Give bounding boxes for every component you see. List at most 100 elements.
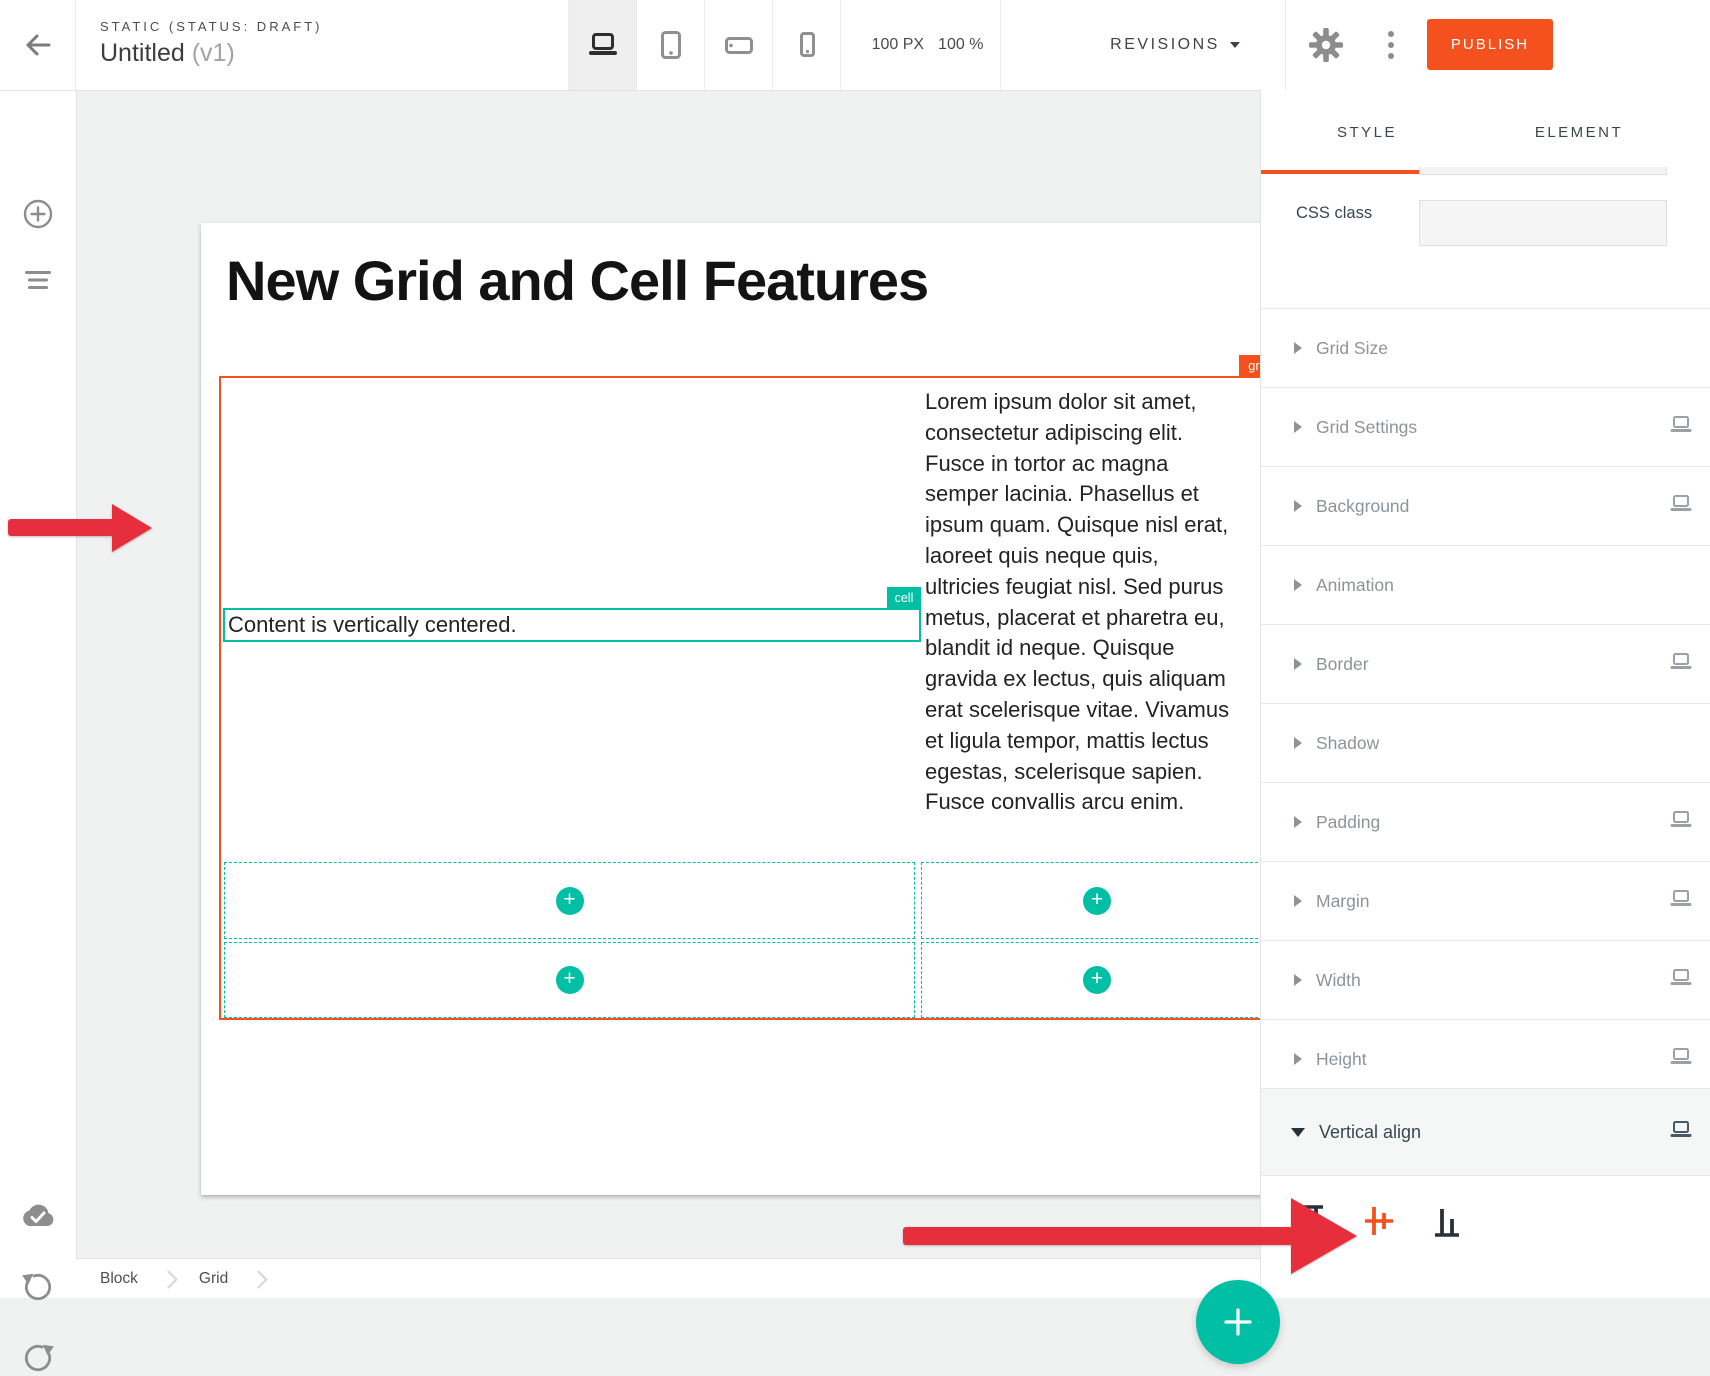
section-label: Border xyxy=(1316,654,1369,675)
align-middle-button[interactable] xyxy=(1357,1199,1401,1243)
inspector-tabs: STYLE ELEMENT xyxy=(1261,90,1710,174)
page-status-label: STATIC (STATUS: DRAFT) xyxy=(100,19,322,34)
gear-icon xyxy=(1308,27,1344,63)
settings-button[interactable] xyxy=(1308,27,1344,63)
zoom-readout: 100 PX 100 % xyxy=(855,0,1000,90)
tab-element[interactable]: ELEMENT xyxy=(1473,90,1685,174)
more-options-button[interactable] xyxy=(1380,26,1402,64)
section-grid-size[interactable]: Grid Size xyxy=(1261,308,1710,387)
chevron-right-icon xyxy=(1294,421,1302,433)
chevron-right-icon xyxy=(159,1270,177,1288)
device-laptop-icon xyxy=(1669,811,1693,834)
section-background[interactable]: Background xyxy=(1261,466,1710,545)
section-label: Padding xyxy=(1316,812,1380,833)
redo-icon xyxy=(21,1341,55,1375)
align-middle-icon xyxy=(1359,1201,1399,1241)
align-bottom-button[interactable] xyxy=(1425,1199,1469,1243)
plus-circle-icon xyxy=(22,198,54,230)
align-bottom-icon xyxy=(1427,1201,1467,1241)
layers-list-icon xyxy=(23,269,53,291)
device-preview-switcher xyxy=(568,0,841,90)
breadcrumb-item-grid[interactable]: Grid xyxy=(199,1270,228,1288)
add-content-button[interactable]: + xyxy=(556,966,584,994)
document-identity: STATIC (STATUS: DRAFT) Untitled (v1) xyxy=(100,19,322,68)
section-label: Animation xyxy=(1316,575,1394,596)
page-heading[interactable]: New Grid and Cell Features xyxy=(226,248,928,313)
section-margin[interactable]: Margin xyxy=(1261,861,1710,940)
device-tab-tablet-portrait[interactable] xyxy=(637,0,705,90)
section-label: Margin xyxy=(1316,891,1370,912)
chevron-down-icon xyxy=(1291,1128,1305,1137)
chevron-right-icon xyxy=(1294,974,1302,986)
add-block-button[interactable] xyxy=(20,196,56,232)
redo-button[interactable] xyxy=(20,1340,56,1376)
publish-button[interactable]: PUBLISH xyxy=(1427,19,1553,70)
chevron-right-icon xyxy=(1294,895,1302,907)
zoom-px-value: 100 PX xyxy=(872,36,924,54)
scrolled-input-partial[interactable] xyxy=(1419,167,1667,175)
section-animation[interactable]: Animation xyxy=(1261,545,1710,624)
section-shadow[interactable]: Shadow xyxy=(1261,703,1710,782)
device-tab-tablet-landscape[interactable] xyxy=(705,0,773,90)
vertical-align-options xyxy=(1261,1176,1710,1298)
kebab-dot xyxy=(1388,31,1394,37)
section-label: Grid Size xyxy=(1316,338,1388,359)
tab-style[interactable]: STYLE xyxy=(1261,90,1473,174)
add-element-fab[interactable] xyxy=(1196,1280,1280,1364)
empty-grid-cell: + xyxy=(921,862,1273,939)
section-label: Width xyxy=(1316,970,1361,991)
section-padding[interactable]: Padding xyxy=(1261,782,1710,861)
kebab-dot xyxy=(1388,53,1394,59)
zoom-percent-value: 100 % xyxy=(938,36,983,54)
cell-content-text: Content is vertically centered. xyxy=(225,612,517,638)
toolbar-divider xyxy=(1285,0,1286,90)
breadcrumb-item-block[interactable]: Block xyxy=(100,1270,138,1288)
section-label: Height xyxy=(1316,1049,1367,1070)
empty-grid-cell: + xyxy=(224,942,915,1018)
device-tab-phone[interactable] xyxy=(773,0,840,90)
style-inspector-panel: STYLE ELEMENT CSS class Grid SizeGrid Se… xyxy=(1260,90,1710,1298)
add-content-button[interactable]: + xyxy=(1083,966,1111,994)
device-laptop-icon xyxy=(1669,1048,1693,1071)
style-sections-list: Grid Size Grid Settings Background Animatio… xyxy=(1261,308,1710,1098)
grid-right-column-text[interactable]: Lorem ipsum dolor sit amet, consectetur … xyxy=(925,387,1229,818)
tablet-portrait-icon xyxy=(657,30,685,60)
empty-grid-cell: + xyxy=(224,862,915,939)
section-vertical-align[interactable]: Vertical align xyxy=(1261,1088,1710,1176)
phone-icon xyxy=(795,30,819,60)
align-top-icon xyxy=(1291,1201,1331,1241)
add-content-button[interactable]: + xyxy=(1083,887,1111,915)
plus-icon xyxy=(1223,1307,1253,1337)
left-sidebar xyxy=(0,90,77,1298)
toolbar-divider xyxy=(1000,0,1001,90)
device-tab-desktop[interactable] xyxy=(569,0,637,90)
kebab-dot xyxy=(1388,42,1394,48)
section-border[interactable]: Border xyxy=(1261,624,1710,703)
add-content-button[interactable]: + xyxy=(556,887,584,915)
chevron-down-icon xyxy=(1230,42,1240,48)
align-top-button[interactable] xyxy=(1289,1199,1333,1243)
empty-grid-cell: + xyxy=(921,942,1273,1018)
section-label: Background xyxy=(1316,496,1409,517)
section-grid-settings[interactable]: Grid Settings xyxy=(1261,387,1710,466)
chevron-right-icon xyxy=(1294,658,1302,670)
back-button[interactable] xyxy=(16,24,58,66)
selected-cell-outline[interactable]: Content is vertically centered. xyxy=(223,608,921,642)
section-label: Grid Settings xyxy=(1316,417,1417,438)
undo-icon xyxy=(21,1270,55,1304)
chevron-right-icon xyxy=(250,1270,268,1288)
revisions-label: REVISIONS xyxy=(1110,36,1220,54)
layers-outline-button[interactable] xyxy=(20,262,56,298)
revisions-dropdown[interactable]: REVISIONS xyxy=(1090,0,1260,90)
editor-canvas: New Grid and Cell Features grid Lorem ip… xyxy=(76,90,1260,1298)
css-class-input[interactable] xyxy=(1419,200,1667,246)
undo-button[interactable] xyxy=(20,1269,56,1305)
page-title-text: Untitled xyxy=(100,39,185,67)
laptop-icon xyxy=(586,32,620,58)
chevron-right-icon xyxy=(1294,500,1302,512)
section-height[interactable]: Height xyxy=(1261,1019,1710,1098)
section-width[interactable]: Width xyxy=(1261,940,1710,1019)
device-laptop-icon xyxy=(1669,1121,1693,1144)
device-laptop-icon xyxy=(1669,890,1693,913)
cell-selection-badge: cell xyxy=(887,587,921,608)
